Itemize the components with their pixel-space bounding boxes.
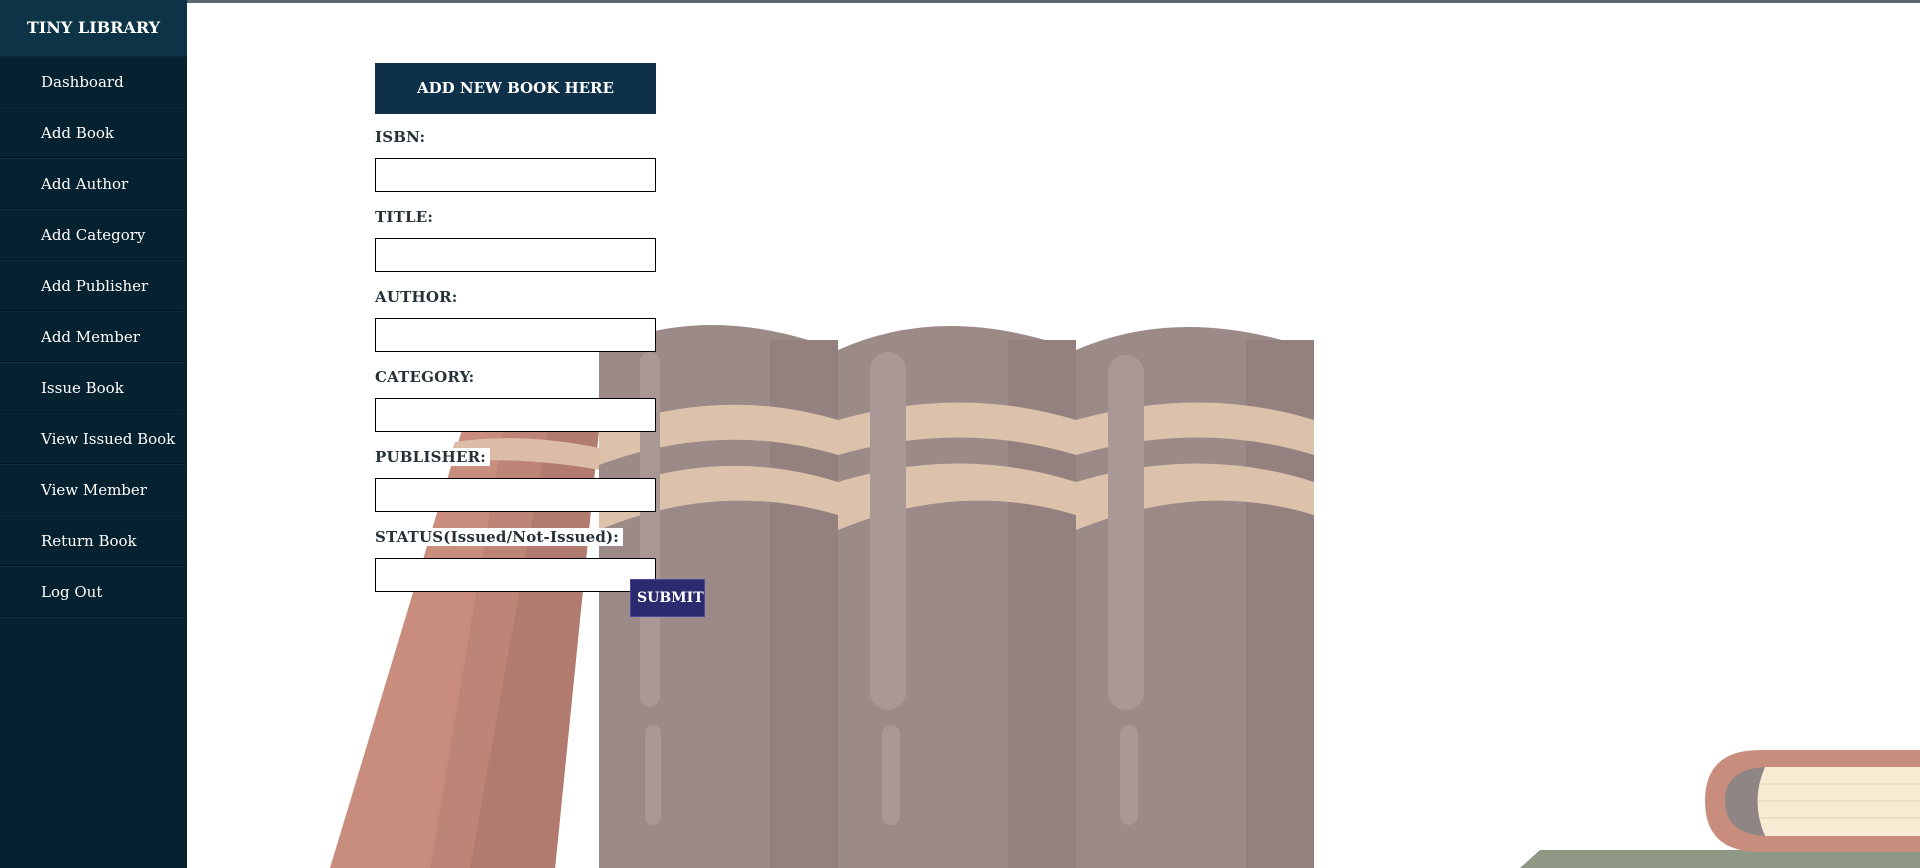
standing-book-2: [838, 326, 1076, 868]
isbn-input[interactable]: [375, 158, 656, 192]
status-label: STATUS(Issued/Not-Issued):: [375, 528, 624, 546]
form-title: ADD NEW BOOK HERE: [375, 63, 656, 114]
submit-button[interactable]: SUBMIT: [630, 579, 705, 617]
isbn-label: ISBN:: [375, 128, 430, 146]
category-input[interactable]: [375, 398, 656, 432]
stacked-books: [1520, 750, 1920, 868]
author-input[interactable]: [375, 318, 656, 352]
add-book-form: ADD NEW BOOK HERE ISBN: TITLE: AUTHOR: C…: [375, 63, 656, 592]
title-input[interactable]: [375, 238, 656, 272]
title-label: TITLE:: [375, 208, 438, 226]
publisher-input[interactable]: [375, 478, 656, 512]
status-input[interactable]: [375, 558, 656, 592]
author-label: AUTHOR:: [375, 288, 462, 306]
books-illustration: [330, 325, 1920, 868]
publisher-label: PUBLISHER:: [375, 448, 491, 466]
standing-book-3: [1076, 327, 1314, 868]
category-label: CATEGORY:: [375, 368, 479, 386]
